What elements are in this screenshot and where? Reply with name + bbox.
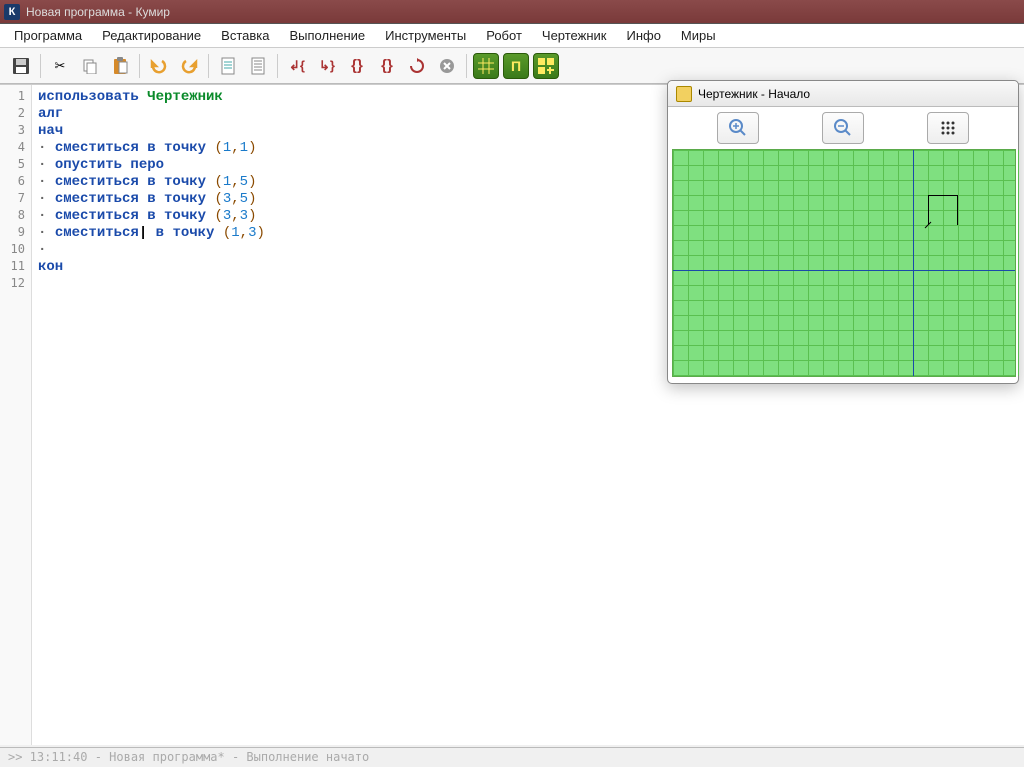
step-in-icon: ↲{ [289,58,305,74]
line-number: 2 [0,106,31,123]
add-grid-icon [538,58,554,74]
grid-view-button[interactable] [473,53,499,79]
step-in-button[interactable]: ↲{ [283,52,311,80]
pi-icon: П [511,58,521,74]
menu-drawer[interactable]: Чертежник [532,25,617,46]
line-number: 3 [0,123,31,140]
menu-run[interactable]: Выполнение [279,25,375,46]
drawn-shape [928,195,958,225]
menu-edit[interactable]: Редактирование [92,25,211,46]
grid-options-button[interactable] [927,112,969,144]
copy-icon [82,58,98,74]
line-number: 12 [0,276,31,293]
menu-robot[interactable]: Робот [476,25,532,46]
drawer-app-icon [676,86,692,102]
drawer-titlebar[interactable]: Чертежник - Начало [668,81,1018,107]
document-icon [221,57,235,75]
separator [139,54,140,78]
line-number: 6 [0,174,31,191]
cut-button[interactable]: ✂ [46,52,74,80]
line-number: 11 [0,259,31,276]
separator [466,54,467,78]
window-title: Новая программа - Кумир [26,5,170,19]
undo-button[interactable] [145,52,173,80]
doc2-button[interactable] [244,52,272,80]
step-out-icon: ↳} [319,58,335,74]
scissors-icon: ✂ [55,58,66,74]
braces1-button[interactable]: {} [343,52,371,80]
zoom-in-button[interactable] [717,112,759,144]
document-list-icon [251,57,265,75]
doc1-button[interactable] [214,52,242,80]
app-icon: К [4,4,20,20]
menu-tools[interactable]: Инструменты [375,25,476,46]
drawer-title: Чертежник - Начало [698,87,810,101]
step-out-button[interactable]: ↳} [313,52,341,80]
line-number: 4 [0,140,31,157]
menu-worlds[interactable]: Миры [671,25,726,46]
braces2-button[interactable]: {} [373,52,401,80]
dots-grid-icon [940,120,956,136]
line-number: 9 [0,225,31,242]
copy-button[interactable] [76,52,104,80]
stop-button[interactable] [433,52,461,80]
undo-icon [150,58,168,74]
zoom-out-button[interactable] [822,112,864,144]
plus-grid-button[interactable] [533,53,559,79]
line-number: 8 [0,208,31,225]
menubar: Программа Редактирование Вставка Выполне… [0,24,1024,48]
separator [208,54,209,78]
drawer-window[interactable]: Чертежник - Начало [667,80,1019,384]
clipboard-icon [112,57,128,75]
line-number: 1 [0,89,31,106]
braces-play-icon: {} [381,57,393,74]
pi-button[interactable]: П [503,53,529,79]
line-number: 7 [0,191,31,208]
paste-button[interactable] [106,52,134,80]
braces-icon: {} [351,57,363,74]
menu-insert[interactable]: Вставка [211,25,279,46]
statusbar: >> 13:11:40 - Новая программа* - Выполне… [0,747,1024,767]
titlebar: К Новая программа - Кумир [0,0,1024,24]
line-gutter: 123456789101112 [0,85,32,745]
separator [277,54,278,78]
menu-program[interactable]: Программа [4,25,92,46]
save-button[interactable] [7,52,35,80]
redo-icon [180,58,198,74]
redo-button[interactable] [175,52,203,80]
menu-info[interactable]: Инфо [616,25,670,46]
drawer-toolbar [668,107,1018,149]
drawer-canvas[interactable] [672,149,1016,377]
refresh-button[interactable] [403,52,431,80]
stop-icon [439,58,455,74]
toolbar: ✂ ↲{ ↳} {} {} П [0,48,1024,84]
refresh-icon [409,58,425,74]
zoom-in-icon [728,118,748,138]
pen-cursor-icon [924,221,932,229]
floppy-icon [12,57,30,75]
grid-icon [478,58,494,74]
separator [40,54,41,78]
zoom-out-icon [833,118,853,138]
line-number: 5 [0,157,31,174]
line-number: 10 [0,242,31,259]
canvas-container [668,149,1018,383]
